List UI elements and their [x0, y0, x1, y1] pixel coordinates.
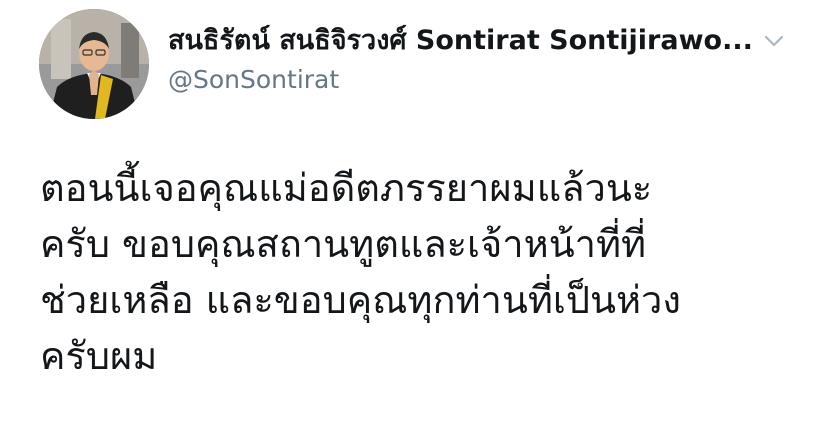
profile-photo-icon	[39, 9, 149, 119]
tweet-text-line: ตอนนี้เจอคุณแม่อดีตภรรยาผมแล้วนะ	[40, 166, 653, 210]
tweet-card: สนธิรัตน์ สนธิจิรวงศ์ Sontirat Sontijira…	[0, 0, 820, 446]
author-handle[interactable]: @SonSontirat	[168, 62, 339, 98]
chevron-down-icon	[764, 35, 784, 47]
tweet-text-line: ช่วยเหลือ และขอบคุณทุกท่านที่เป็นห่วง	[40, 278, 681, 322]
tweet-text-line: ครับ ขอบคุณสถานทูตและเจ้าหน้าที่ที่	[40, 222, 647, 266]
tweet-text: ตอนนี้เจอคุณแม่อดีตภรรยาผมแล้วนะ ครับ ขอ…	[40, 160, 800, 384]
avatar[interactable]	[39, 9, 149, 119]
author-display-name[interactable]: สนธิรัตน์ สนธิจิรวงศ์ Sontirat Sontijira…	[168, 22, 758, 60]
tweet-text-line: ครับผม	[40, 334, 158, 378]
tweet-menu-button[interactable]	[761, 30, 787, 52]
